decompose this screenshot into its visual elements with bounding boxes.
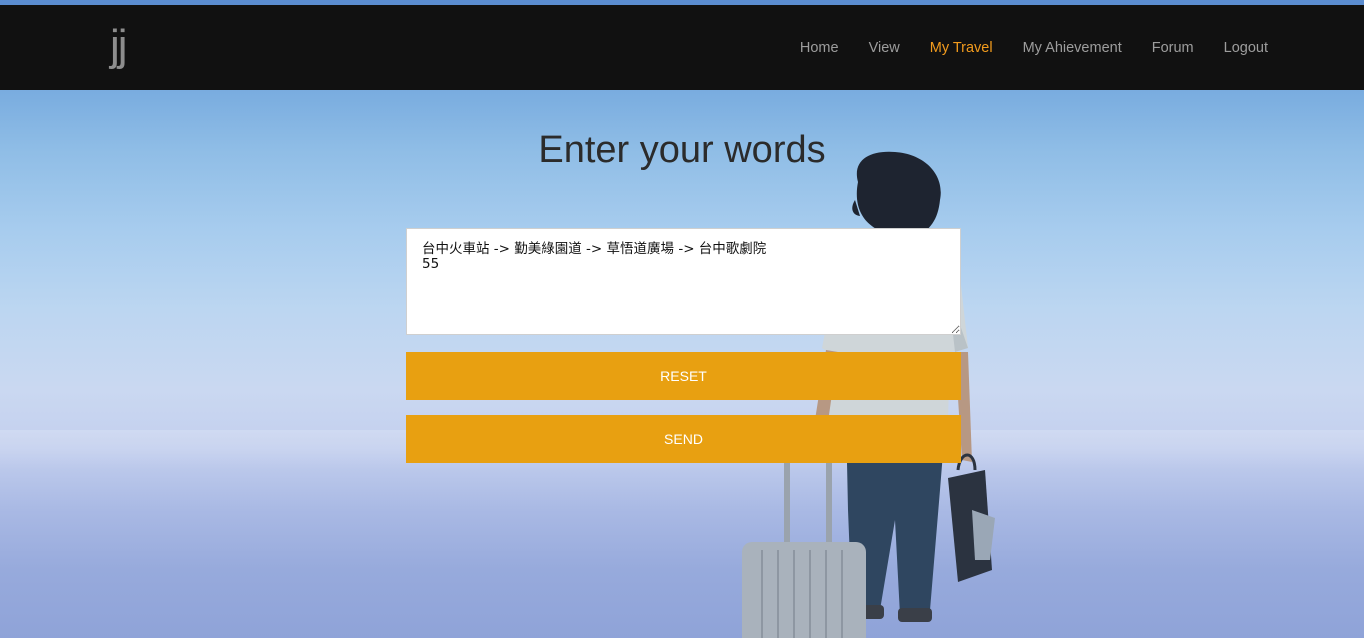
nav-view[interactable]: View <box>869 38 900 58</box>
nav-my-travel[interactable]: My Travel <box>930 38 993 58</box>
words-textarea[interactable]: 台中火車站 -> 勤美綠園道 -> 草悟道廣場 -> 台中歌劇院 55 <box>406 228 961 335</box>
words-form: 台中火車站 -> 勤美綠園道 -> 草悟道廣場 -> 台中歌劇院 55 RESE… <box>406 228 961 463</box>
brand-logo[interactable]: jj <box>110 21 128 71</box>
suitcase <box>742 542 866 638</box>
hero-section: Enter your words 台中火車站 -> 勤美綠園道 -> 草悟道廣場… <box>0 90 1364 638</box>
navbar: jj Home View My Travel My Ahievement For… <box>0 5 1364 90</box>
nav-logout[interactable]: Logout <box>1224 38 1268 58</box>
nav-menu: Home View My Travel My Ahievement Forum … <box>770 5 1268 90</box>
nav-forum[interactable]: Forum <box>1152 38 1194 58</box>
reset-button[interactable]: RESET <box>406 352 961 400</box>
send-button[interactable]: SEND <box>406 415 961 463</box>
nav-my-achievement[interactable]: My Ahievement <box>1023 38 1122 58</box>
nav-home[interactable]: Home <box>800 38 839 58</box>
page-title: Enter your words <box>538 129 826 171</box>
